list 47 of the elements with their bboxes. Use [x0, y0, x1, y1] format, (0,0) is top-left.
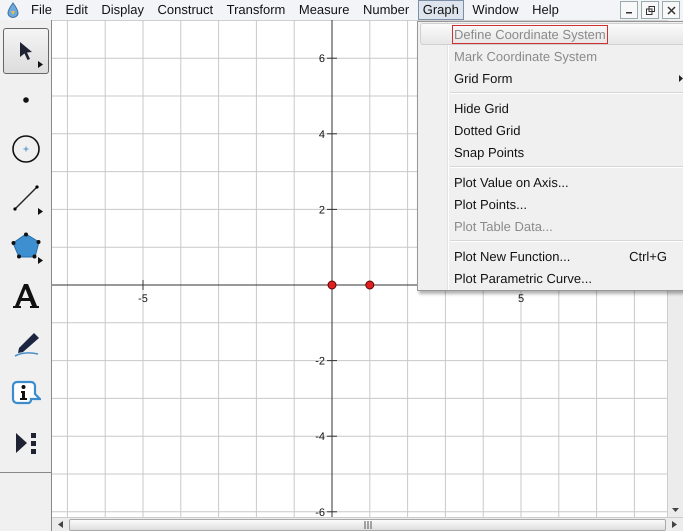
axis-label: 6: [318, 53, 325, 66]
axis-label: -6: [315, 506, 325, 517]
menu-item[interactable]: Plot New Function... Ctrl+G: [420, 245, 683, 267]
menu-item[interactable]: Measure: [294, 0, 354, 20]
pointer-arrow-icon: [18, 41, 34, 61]
scroll-left-icon[interactable]: [58, 521, 63, 528]
axis-label: 4: [318, 128, 325, 141]
menu-item[interactable]: File: [26, 0, 57, 20]
play-dots-icon: [14, 431, 36, 455]
menu-item[interactable]: Grid Form: [420, 67, 683, 89]
menu-item[interactable]: Transform: [222, 0, 290, 20]
letter-icon: [12, 284, 38, 308]
app-icon[interactable]: [6, 2, 20, 18]
line-segment-icon: [12, 185, 38, 211]
point[interactable]: [328, 280, 336, 290]
horizontal-scrollbar[interactable]: [52, 517, 683, 531]
close-icon: [666, 6, 676, 14]
menu-item[interactable]: Plot Points...: [420, 193, 683, 215]
arrow-tool[interactable]: [2, 28, 48, 74]
axis-label: -2: [315, 356, 325, 368]
menu-item[interactable]: Help: [527, 0, 564, 20]
close-button[interactable]: [662, 1, 680, 19]
menu-item[interactable]: Number: [358, 0, 414, 20]
menu-item[interactable]: Hide Grid: [420, 97, 683, 119]
menu-item[interactable]: Plot Parametric Curve...: [420, 267, 683, 289]
point[interactable]: [365, 280, 374, 290]
restore-icon: [646, 6, 654, 14]
minimize-button[interactable]: [620, 1, 638, 19]
axis-label: -5: [138, 293, 148, 305]
scroll-down-icon[interactable]: [672, 508, 679, 513]
scroll-right-icon[interactable]: [672, 521, 677, 528]
menu-item[interactable]: Snap Points: [420, 141, 683, 163]
menu-item[interactable]: Plot Value on Axis...: [420, 171, 683, 193]
restore-button[interactable]: [641, 1, 659, 19]
axis-label: -4: [315, 431, 325, 444]
circle-icon: [10, 134, 40, 164]
axis-label: 5: [518, 293, 524, 305]
menu-item[interactable]: Display: [96, 0, 149, 20]
menu-item[interactable]: Graph: [418, 0, 464, 20]
menu-item[interactable]: Edit: [60, 0, 93, 20]
marker-pen-icon: [12, 332, 40, 358]
menu-item[interactable]: Construct: [152, 0, 218, 20]
dot-icon: [22, 96, 30, 104]
menu-item[interactable]: Window: [467, 0, 524, 20]
axis-label: 2: [318, 204, 325, 216]
menu-item[interactable]: Dotted Grid: [420, 119, 683, 141]
grip-icon: [364, 520, 372, 528]
